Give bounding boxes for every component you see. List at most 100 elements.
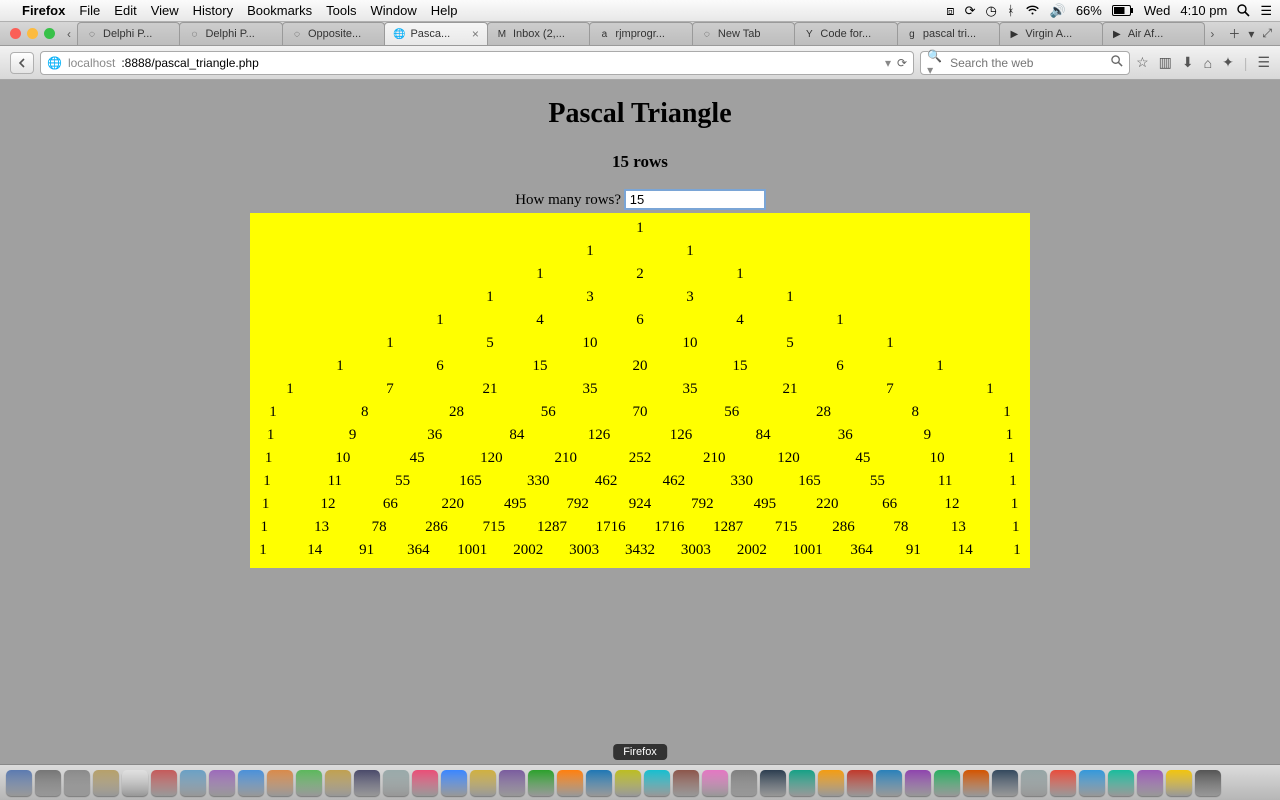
timemachine-icon[interactable]: ◷ <box>985 3 996 19</box>
reading-list-icon[interactable]: ▥ <box>1159 54 1172 71</box>
menu-bookmarks[interactable]: Bookmarks <box>247 3 312 18</box>
dock-app-icon[interactable] <box>64 770 90 796</box>
clock-time[interactable]: 4:10 pm <box>1180 3 1227 18</box>
url-bar[interactable]: 🌐 localhost:8888/pascal_triangle.php ▾ ⟳ <box>40 51 914 75</box>
browser-tab[interactable]: YCode for... <box>794 22 897 45</box>
new-tab-button[interactable]: ＋ <box>1228 25 1240 42</box>
triangle-cell: 252 <box>621 447 658 470</box>
menu-edit[interactable]: Edit <box>114 3 136 18</box>
search-input[interactable] <box>950 56 1105 70</box>
tab-list-button[interactable]: ▾ <box>1248 27 1254 41</box>
dock-app-icon[interactable] <box>499 770 525 796</box>
site-identity-icon[interactable]: 🌐 <box>47 56 62 70</box>
browser-tab[interactable]: ◌New Tab <box>692 22 795 45</box>
window-close-button[interactable] <box>10 28 21 39</box>
menu-window[interactable]: Window <box>371 3 417 18</box>
dock-app-icon[interactable] <box>1108 770 1134 796</box>
volume-icon[interactable]: 🔊 <box>1050 3 1066 19</box>
dock-app-icon[interactable] <box>963 770 989 796</box>
dropbox-icon[interactable]: ⧈ <box>946 3 954 19</box>
dock-app-icon[interactable] <box>1166 770 1192 796</box>
dock-app-icon[interactable] <box>673 770 699 796</box>
hamburger-menu-icon[interactable]: ☰ <box>1257 54 1270 71</box>
dock-app-icon[interactable] <box>992 770 1018 796</box>
dock-app-icon[interactable] <box>1050 770 1076 796</box>
dock-app-icon[interactable] <box>1195 770 1221 796</box>
dock-app-icon[interactable] <box>325 770 351 796</box>
sync-icon[interactable]: ⟳ <box>965 3 976 19</box>
tab-close-icon[interactable]: × <box>472 27 479 41</box>
dock-app-icon[interactable] <box>1137 770 1163 796</box>
dock-app-icon[interactable] <box>528 770 554 796</box>
app-name[interactable]: Firefox <box>22 3 65 18</box>
reload-button[interactable]: ⟳ <box>897 56 907 70</box>
dock-app-icon[interactable] <box>296 770 322 796</box>
dock-app-icon[interactable] <box>847 770 873 796</box>
clock-day[interactable]: Wed <box>1144 3 1171 18</box>
tab-scroll-left[interactable]: ‹ <box>61 22 77 45</box>
dock-app-icon[interactable] <box>209 770 235 796</box>
browser-tab[interactable]: ◌Opposite... <box>282 22 385 45</box>
dock-app-icon[interactable] <box>702 770 728 796</box>
browser-tab[interactable]: ▶Virgin A... <box>999 22 1102 45</box>
dock-app-icon[interactable] <box>789 770 815 796</box>
dock-app-icon[interactable] <box>151 770 177 796</box>
browser-tab[interactable]: gpascal tri... <box>897 22 1000 45</box>
menu-file[interactable]: File <box>79 3 100 18</box>
dock-app-icon[interactable] <box>557 770 583 796</box>
dock-app-icon[interactable] <box>383 770 409 796</box>
dock-app-icon[interactable] <box>6 770 32 796</box>
dock-app-icon[interactable] <box>934 770 960 796</box>
window-minimize-button[interactable] <box>27 28 38 39</box>
browser-tab[interactable]: ▶Air Af... <box>1102 22 1205 45</box>
tab-scroll-right[interactable]: › <box>1204 22 1220 45</box>
menu-tools[interactable]: Tools <box>326 3 356 18</box>
dock-app-icon[interactable] <box>180 770 206 796</box>
spotlight-icon[interactable] <box>1237 4 1250 17</box>
browser-tab[interactable]: 🌐Pasca...× <box>384 22 487 45</box>
menu-help[interactable]: Help <box>431 3 458 18</box>
dock-app-icon[interactable] <box>876 770 902 796</box>
home-icon[interactable]: ⌂ <box>1204 55 1212 71</box>
back-button[interactable] <box>10 52 34 74</box>
bookmark-star-icon[interactable]: ☆ <box>1136 54 1149 71</box>
dock-app-icon[interactable] <box>818 770 844 796</box>
dock-app-icon[interactable] <box>586 770 612 796</box>
browser-tab[interactable]: ◌Delphi P... <box>77 22 180 45</box>
dock-app-icon[interactable] <box>35 770 61 796</box>
dock-app-icon[interactable] <box>760 770 786 796</box>
history-dropdown-icon[interactable]: ▾ <box>885 56 891 70</box>
search-engine-icon[interactable]: 🔍▾ <box>927 49 944 77</box>
notification-icon[interactable]: ☰ <box>1260 3 1272 19</box>
dock-app-icon[interactable] <box>354 770 380 796</box>
dock-app-icon[interactable] <box>1079 770 1105 796</box>
browser-tab[interactable]: arjmprogr... <box>589 22 692 45</box>
triangle-cell: 14 <box>952 539 978 562</box>
wifi-icon[interactable] <box>1025 5 1040 16</box>
dock-app-icon[interactable] <box>122 770 148 796</box>
dock-app-icon[interactable] <box>644 770 670 796</box>
browser-tab[interactable]: ◌Delphi P... <box>179 22 282 45</box>
downloads-icon[interactable]: ⬇ <box>1182 54 1194 71</box>
dock-app-icon[interactable] <box>731 770 757 796</box>
dock-app-icon[interactable] <box>267 770 293 796</box>
dock-app-icon[interactable] <box>238 770 264 796</box>
battery-icon[interactable] <box>1112 5 1134 16</box>
pocket-icon[interactable]: ✦ <box>1222 54 1234 71</box>
menu-history[interactable]: History <box>193 3 233 18</box>
dock-app-icon[interactable] <box>905 770 931 796</box>
bluetooth-icon[interactable]: ᚼ <box>1007 3 1015 18</box>
dock-app-icon[interactable] <box>441 770 467 796</box>
fullscreen-button[interactable]: ⤢ <box>1262 26 1272 41</box>
dock-app-icon[interactable] <box>470 770 496 796</box>
dock-app-icon[interactable] <box>1021 770 1047 796</box>
dock-app-icon[interactable] <box>93 770 119 796</box>
search-bar[interactable]: 🔍▾ <box>920 51 1130 75</box>
menu-view[interactable]: View <box>151 3 179 18</box>
window-zoom-button[interactable] <box>44 28 55 39</box>
browser-tab[interactable]: MInbox (2,... <box>487 22 590 45</box>
rows-input[interactable] <box>625 190 765 209</box>
dock-app-icon[interactable] <box>615 770 641 796</box>
dock-app-icon[interactable] <box>412 770 438 796</box>
search-go-icon[interactable] <box>1111 55 1123 70</box>
